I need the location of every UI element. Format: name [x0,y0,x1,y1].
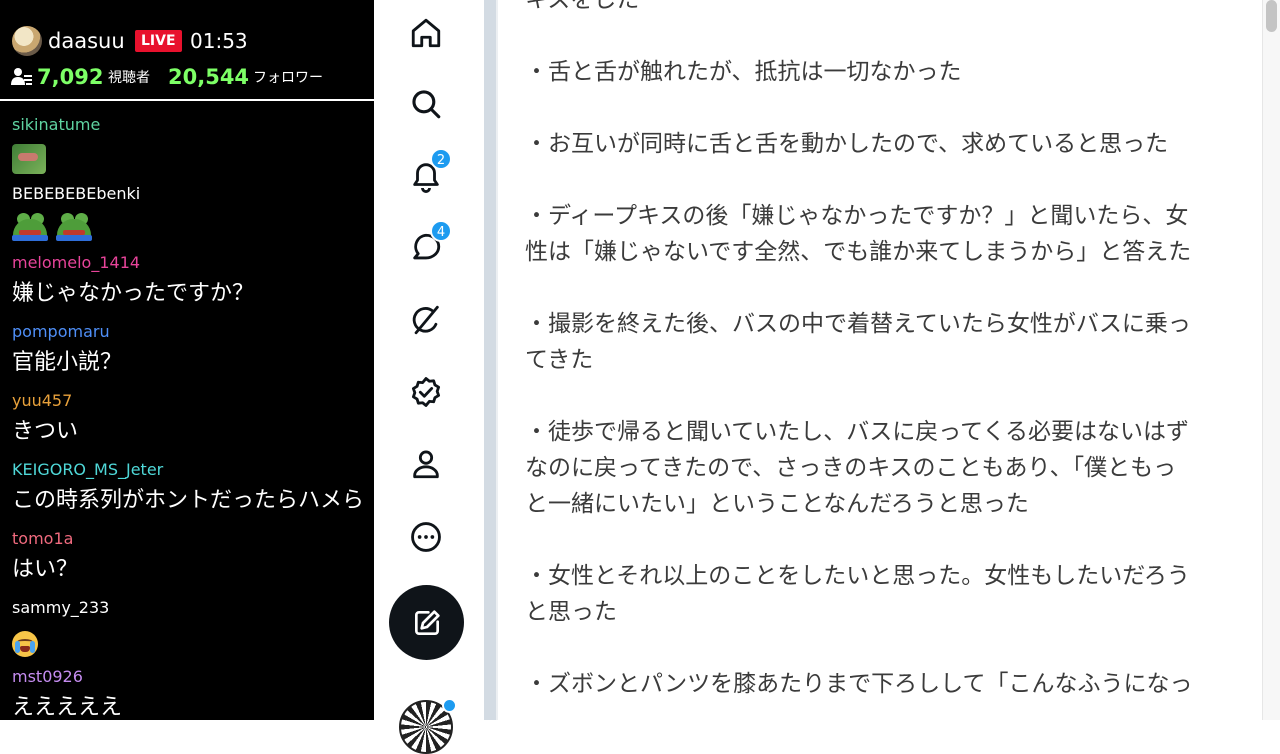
chat-text: えええええ [12,695,123,720]
chat-username[interactable]: BEBEBEBEbenki [12,184,140,204]
nav-home[interactable] [408,15,444,51]
chat-username[interactable]: sikinatume [12,115,100,135]
crying-emote [12,631,38,663]
article-paragraph: ・ディープキスの後「嫌じゃなかったですか？」と聞いたら、女 性は「嫌じゃないです… [525,203,1192,265]
grok-icon [412,305,439,335]
article-paragraph: ・ズボンとパンツを膝あたりまで下ろしして「こんなふうになっ [525,671,1193,697]
scrollbar[interactable] [1262,0,1280,720]
chat-message: pompomaru 官能小説？ [0,320,374,389]
notifications-badge: 2 [430,148,452,170]
streamer-name: daasuu [48,29,125,53]
viewer-label: 視聴者 [108,70,150,86]
profile-icon [413,450,439,479]
chat-username[interactable]: KEIGORO_MS_Jeter [12,460,163,480]
chat-message: KEIGORO_MS_Jeter この時系列がホントだったらハメら [0,458,374,527]
article-body: キスをした・舌と舌が触れたが、抵抗は一切なかった・お互いが同時に舌と舌を動かした… [525,0,1237,720]
chat-username[interactable]: pompomaru [12,322,110,342]
follower-count: 20,544 [168,65,250,89]
article-paragraph: ・徒歩で帰ると聞いていたし、バスに戻ってくる必要はないはず なのに戻ってきたので… [525,419,1190,517]
chat-username[interactable]: yuu457 [12,391,72,411]
nav-more[interactable] [408,519,444,555]
chat-message: melomelo_1414 嫌じゃなかったですか？ [0,251,374,320]
article-paragraph: ・舌と舌が触れたが、抵抗は一切なかった [525,59,962,85]
chat-username[interactable]: melomelo_1414 [12,253,140,273]
chat-message: yuu457 きつい [0,389,374,458]
messages-badge: 4 [430,220,452,242]
chat-username[interactable]: tomo1a [12,529,73,549]
chat-list: sikinatume BEBEBEBEbenki melomelo_1414 嫌じゃな… [0,113,374,720]
more-icon [411,522,441,552]
chat-message: mst0926 えええええ [0,665,374,720]
nav-notifications[interactable]: 2 [408,148,452,194]
live-badge: LIVE [135,30,182,52]
side-nav: 2 4 [374,0,484,754]
verified-icon [411,377,441,407]
viewers-icon [11,68,32,85]
frog-emote-icon [12,144,46,174]
chat-message: sikinatume [0,113,374,182]
account-status-dot [442,698,457,713]
nav-verified[interactable] [408,374,444,410]
chat-text: 官能小説？ [12,350,123,375]
stream-header: daasuu LIVE 01:53 7,092 視聴者 20,544 フォロワー [0,0,374,101]
streamer-avatar [12,26,42,56]
search-icon [412,90,441,119]
stream-uptime: 01:53 [190,29,248,53]
chat-text: この時系列がホントだったらハメら [12,488,365,513]
chat-text: はい？ [12,557,79,582]
article-paragraph: ・撮影を終えた後、バスの中で着替えていたら女性がバスに乗っ てきた [525,311,1191,373]
article-paragraph: ・女性とそれ以上のことをしたいと思った。女性もしたいだろう と思った [525,563,1190,625]
article-paragraph: キスをした [525,0,640,13]
scrollbar-thumb[interactable] [1266,0,1277,32]
stream-overlay: daasuu LIVE 01:53 7,092 視聴者 20,544 フォロワー… [0,0,374,720]
chat-text: 嫌じゃなかったですか？ [12,281,255,306]
nav-grok[interactable] [408,302,444,338]
nav-explore[interactable] [408,86,444,122]
frog-emotes [12,211,92,243]
article-column: キスをした・舌と舌が触れたが、抵抗は一切なかった・お互いが同時に舌と舌を動かした… [498,0,1260,720]
frog-emote-icon [56,211,92,241]
chat-message: BEBEBEBEbenki [0,182,374,251]
follower-label: フォロワー [253,70,323,86]
column-divider [484,0,496,720]
compose-icon [414,609,440,635]
article-paragraph: ・お互いが同時に舌と舌を動かしたので、求めていると思った [525,131,1169,157]
chat-username[interactable]: mst0926 [12,667,83,687]
chat-message: tomo1a はい？ [0,527,374,596]
chat-text: きつい [12,419,79,444]
crying-face-icon [12,631,38,657]
frog-emote [12,144,46,176]
chat-message: sammy_233 [0,596,374,665]
compose-button[interactable] [389,585,464,660]
nav-messages[interactable]: 4 [408,220,452,266]
chat-username[interactable]: sammy_233 [12,598,109,618]
nav-profile[interactable] [408,446,444,482]
home-icon [411,18,441,48]
viewer-count: 7,092 [37,65,104,89]
frog-emote-icon [12,211,48,241]
